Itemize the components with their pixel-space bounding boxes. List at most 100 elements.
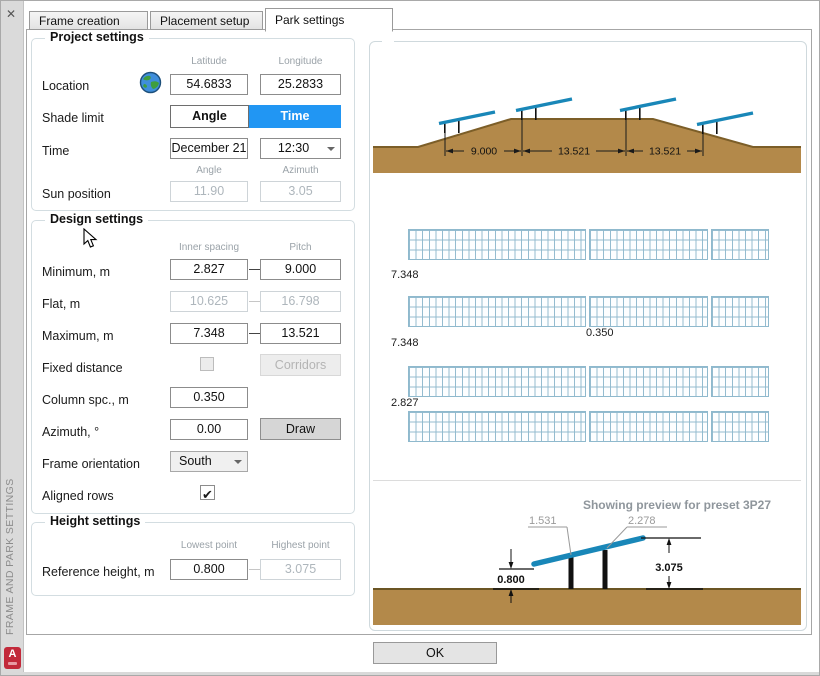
- corridors-button: Corridors: [260, 354, 341, 376]
- location-label: Location: [42, 79, 89, 93]
- reference-height-label: Reference height, m: [42, 565, 155, 579]
- row-spacing-label: 7.348: [391, 269, 419, 281]
- sun-azimuth-header: Azimuth: [260, 165, 341, 176]
- terrain-dim-label: 13.521: [649, 146, 681, 158]
- aligned-rows-checkbox[interactable]: ✔: [200, 485, 215, 500]
- field-connector: [249, 301, 260, 302]
- maximum-inner-field[interactable]: 7.348: [170, 323, 248, 344]
- tab-placement-setup[interactable]: Placement setup: [150, 11, 263, 30]
- left-leg-label: 1.531: [529, 515, 557, 527]
- sun-angle-field: 11.90: [170, 181, 248, 202]
- panel-grid-row: [711, 411, 769, 442]
- project-settings-title: Project settings: [45, 30, 149, 44]
- shade-limit-label: Shade limit: [42, 111, 104, 125]
- maximum-label: Maximum, m: [42, 329, 114, 343]
- longitude-header: Longitude: [260, 56, 341, 67]
- tab-frame-creation[interactable]: Frame creation: [29, 11, 148, 30]
- terrain-dim-label: 9.000: [471, 146, 497, 158]
- column-spacing-value-label: 0.350: [586, 327, 614, 339]
- minimum-pitch-field[interactable]: 9.000: [260, 259, 341, 280]
- shade-limit-time-button[interactable]: Time: [249, 105, 341, 128]
- fixed-distance-label: Fixed distance: [42, 361, 123, 375]
- app-logo: A: [4, 647, 21, 669]
- panel-grid-row: [589, 411, 708, 442]
- highest-point-field: 3.075: [260, 559, 341, 580]
- highest-height-label: 3.075: [655, 562, 683, 574]
- field-connector: [249, 333, 260, 334]
- frame-orientation-label: Frame orientation: [42, 457, 140, 471]
- app-logo-letter: A: [4, 647, 21, 662]
- solar-panel-icon: [620, 99, 676, 120]
- frame-orientation-dropdown[interactable]: South: [170, 451, 248, 472]
- date-field[interactable]: December 21: [170, 138, 248, 159]
- lowest-point-field[interactable]: 0.800: [170, 559, 248, 580]
- flat-pitch-field: 16.798: [260, 291, 341, 312]
- inner-spacing-header: Inner spacing: [170, 242, 248, 253]
- terrain-cross-section-diagram: 9.000 13.521 13.521: [371, 53, 803, 177]
- right-leg-label: 2.278: [628, 515, 656, 527]
- pitch-header: Pitch: [260, 242, 341, 253]
- longitude-field[interactable]: 25.2833: [260, 74, 341, 95]
- lowest-point-header: Lowest point: [170, 540, 248, 551]
- field-connector: [249, 269, 260, 270]
- draw-button[interactable]: Draw: [260, 418, 341, 440]
- solar-panel-icon: [697, 113, 753, 134]
- fixed-distance-checkbox[interactable]: [200, 357, 214, 371]
- shade-limit-angle-button[interactable]: Angle: [170, 105, 249, 128]
- minimum-inner-field[interactable]: 2.827: [170, 259, 248, 280]
- window-sidebar: ✕ FRAME AND PARK SETTINGS A: [1, 1, 24, 675]
- field-connector: [249, 569, 260, 570]
- frame-and-park-settings-window: ✕ FRAME AND PARK SETTINGS A Frame creati…: [0, 0, 820, 676]
- window-vertical-title: FRAME AND PARK SETTINGS: [4, 373, 16, 635]
- panel-grid-row: [711, 296, 769, 327]
- column-spacing-field[interactable]: 0.350: [170, 387, 248, 408]
- column-spacing-label: Column spc., m: [42, 393, 129, 407]
- row-spacing-label: 2.827: [391, 397, 419, 409]
- panel-grid-row: [589, 296, 708, 327]
- close-icon[interactable]: ✕: [6, 7, 16, 21]
- highest-point-header: Highest point: [260, 540, 341, 551]
- panel-grid-row: [589, 366, 708, 397]
- height-settings-group: Height settings Lowest point Highest poi…: [31, 522, 355, 596]
- panel-grid-row: [711, 229, 769, 260]
- project-settings-group: Project settings Latitude Longitude Loca…: [31, 38, 355, 211]
- latitude-header: Latitude: [170, 56, 248, 67]
- time-label: Time: [42, 144, 69, 158]
- preview-divider: [373, 480, 801, 481]
- window-bottom-strip: [1, 672, 820, 676]
- maximum-pitch-field[interactable]: 13.521: [260, 323, 341, 344]
- time-dropdown[interactable]: 12:30: [260, 138, 341, 159]
- panel-grid-row: [711, 366, 769, 397]
- app-logo-bar: [8, 662, 17, 665]
- mouse-cursor: [83, 228, 98, 249]
- panel-grid-row: [589, 229, 708, 260]
- panel-grid-row: [408, 411, 586, 442]
- design-settings-title: Design settings: [45, 212, 148, 226]
- tab-park-settings[interactable]: Park settings: [265, 8, 393, 32]
- panel-grid-row: [408, 296, 586, 327]
- design-settings-group: Design settings Inner spacing Pitch Mini…: [31, 220, 355, 514]
- row-spacing-label: 7.348: [391, 337, 419, 349]
- chevron-down-icon: [234, 460, 242, 464]
- terrain-dim-label: 13.521: [558, 146, 590, 158]
- azimuth-field[interactable]: 0.00: [170, 419, 248, 440]
- minimum-label: Minimum, m: [42, 265, 110, 279]
- globe-icon[interactable]: [139, 71, 162, 99]
- height-settings-title: Height settings: [45, 514, 145, 528]
- azimuth-label: Azimuth, °: [42, 425, 99, 439]
- ok-button[interactable]: OK: [373, 642, 497, 664]
- solar-panel-icon: [516, 99, 572, 120]
- sun-position-label: Sun position: [42, 187, 111, 201]
- panel-grid-row: [408, 229, 586, 260]
- flat-label: Flat, m: [42, 297, 80, 311]
- lowest-height-label: 0.800: [497, 574, 525, 586]
- latitude-field[interactable]: 54.6833: [170, 74, 248, 95]
- aligned-rows-label: Aligned rows: [42, 489, 114, 503]
- sun-angle-header: Angle: [170, 165, 248, 176]
- flat-inner-field: 10.625: [170, 291, 248, 312]
- frame-side-view-diagram: 0.800 3.075 1.531 2.278: [371, 491, 803, 627]
- checkmark-icon: ✔: [202, 487, 213, 502]
- panel-grid-row: [408, 366, 586, 397]
- sun-azimuth-field: 3.05: [260, 181, 341, 202]
- chevron-down-icon: [327, 147, 335, 151]
